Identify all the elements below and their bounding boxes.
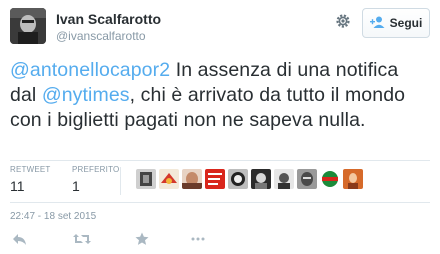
user-full-name[interactable]: Ivan Scalfarotto xyxy=(56,10,161,28)
avatar[interactable] xyxy=(343,169,363,189)
divider xyxy=(10,202,430,203)
avatar[interactable] xyxy=(159,169,179,189)
mention-link[interactable]: @nytimes xyxy=(42,84,130,106)
retweet-label: RETWEET xyxy=(10,165,51,174)
avatar[interactable] xyxy=(228,169,248,189)
add-user-icon xyxy=(369,16,386,31)
avatar[interactable] xyxy=(182,169,202,189)
favorite-count: 1 xyxy=(72,178,80,194)
favoriter-avatars xyxy=(136,169,363,189)
gear-icon[interactable] xyxy=(334,12,352,30)
retweet-count: 11 xyxy=(10,178,25,194)
favorite-stat[interactable]: PREFERITO 1 xyxy=(72,165,119,195)
follow-label: Segui xyxy=(389,16,423,30)
avatar[interactable] xyxy=(10,8,46,44)
retweet-stat[interactable]: RETWEET 11 xyxy=(10,165,51,195)
tweet-actions xyxy=(10,232,310,250)
avatar[interactable] xyxy=(320,169,340,189)
follow-button[interactable]: Segui xyxy=(362,8,430,38)
avatar[interactable] xyxy=(205,169,225,189)
favorite-icon[interactable] xyxy=(132,232,152,250)
tweet-stats: RETWEET 11 PREFERITO 1 xyxy=(10,165,430,199)
tweet-text: @antonellocapor2 In assenza di una notif… xyxy=(10,58,430,133)
tweet-header: Ivan Scalfarotto @ivanscalfarotto Segui xyxy=(10,8,430,48)
divider xyxy=(10,160,430,161)
more-icon[interactable] xyxy=(188,232,208,250)
user-names: Ivan Scalfarotto @ivanscalfarotto xyxy=(56,10,161,44)
user-screen-name[interactable]: @ivanscalfarotto xyxy=(56,28,161,44)
favorite-label: PREFERITO xyxy=(72,165,120,174)
timestamp[interactable]: 22:47 - 18 set 2015 xyxy=(10,211,96,222)
avatar[interactable] xyxy=(274,169,294,189)
stats-separator xyxy=(120,167,121,195)
avatar[interactable] xyxy=(136,169,156,189)
retweet-icon[interactable] xyxy=(72,232,92,250)
avatar[interactable] xyxy=(251,169,271,189)
reply-icon[interactable] xyxy=(10,232,30,250)
avatar[interactable] xyxy=(297,169,317,189)
mention-link[interactable]: @antonellocapor2 xyxy=(10,59,170,81)
